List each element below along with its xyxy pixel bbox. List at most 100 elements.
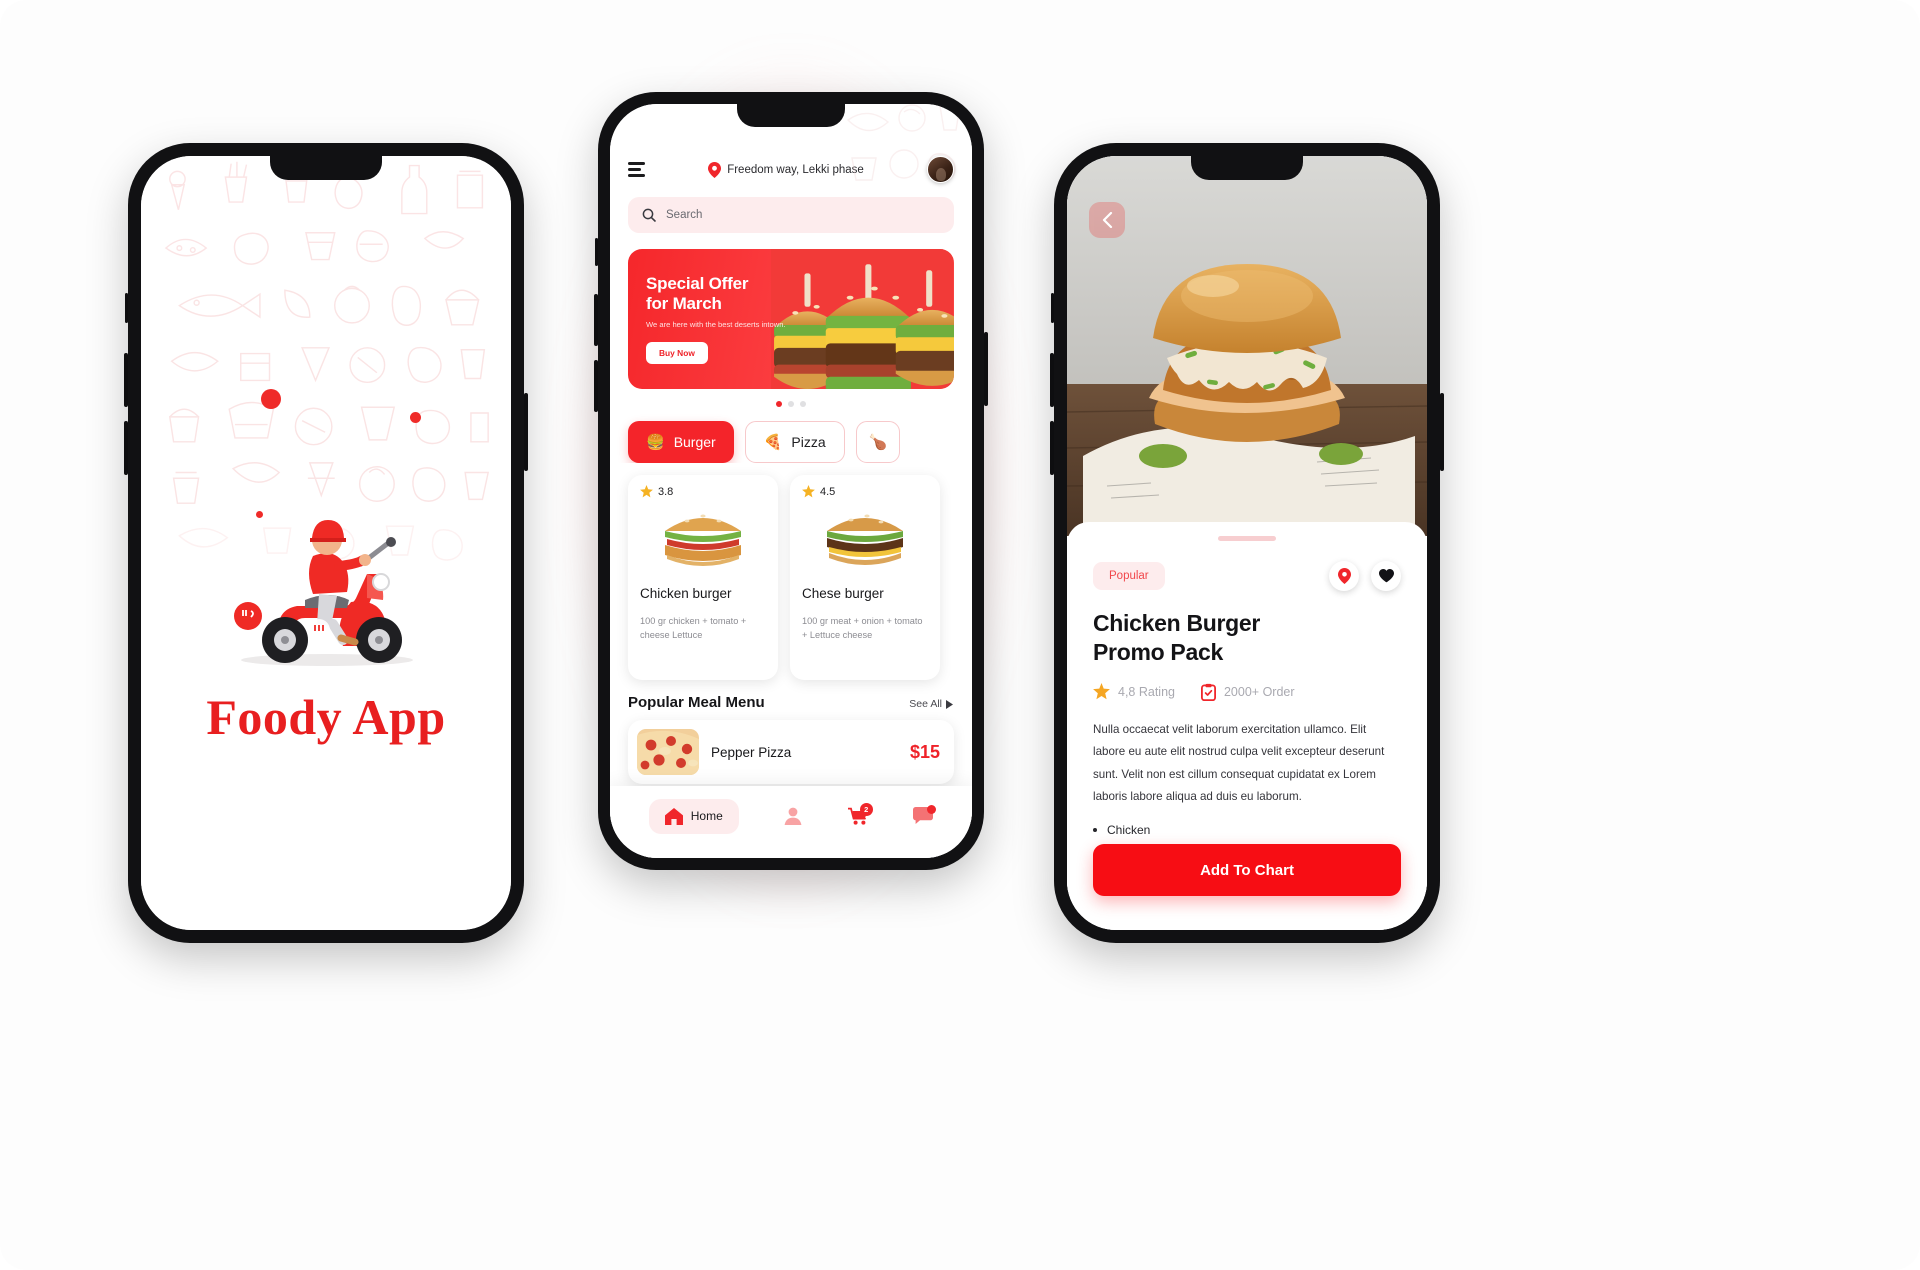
tab-label: Home — [690, 809, 723, 823]
food-card[interactable]: 3.8 Chicken burger 100 gr chicken + toma… — [628, 475, 778, 680]
power-button[interactable] — [984, 332, 988, 406]
rating-meta: 4,8 Rating — [1093, 683, 1175, 700]
see-all-label: See All — [909, 698, 942, 710]
hamburger-menu-icon[interactable] — [628, 162, 645, 177]
accent-dot-small — [256, 511, 263, 518]
food-card[interactable]: 4.5 Chese burger 100 gr meat + onion + t… — [790, 475, 940, 680]
carousel-dot-3[interactable] — [800, 401, 806, 407]
orders-value: 2000+ Order — [1223, 684, 1295, 699]
accent-dot-large — [261, 389, 281, 409]
cheese-burger-image — [827, 514, 903, 565]
detail-sheet: Popular Chicken Burger Promo Pack 4,8 Ra… — [1067, 522, 1427, 930]
food-description: 100 gr meat + onion + tomato + Lettuce c… — [802, 616, 923, 640]
section-header: Popular Meal Menu See All — [610, 680, 972, 711]
star-icon — [640, 485, 653, 498]
add-to-cart-button[interactable]: Add To Chart — [1093, 844, 1401, 896]
heart-icon — [1378, 569, 1394, 583]
phone-home: Freedom way, Lekki phase Search Special … — [594, 92, 988, 870]
carousel-dot-2[interactable] — [788, 401, 794, 407]
power-button[interactable] — [1440, 393, 1444, 471]
meal-price: $15 — [909, 741, 940, 762]
page-title: Chicken Burger Promo Pack — [1093, 609, 1401, 667]
meal-list-item[interactable]: Pepper Pizza $15 — [628, 720, 954, 784]
profile-icon — [784, 807, 802, 825]
rating-value: 4.5 — [820, 485, 836, 498]
search-icon — [642, 208, 656, 222]
notch — [737, 104, 845, 127]
chat-badge — [927, 805, 937, 814]
chicken-icon: 🍗 — [868, 433, 888, 451]
chevron-left-icon — [1102, 212, 1112, 228]
scooter-rider-illustration — [234, 520, 413, 666]
status-badge: Popular — [1093, 562, 1165, 590]
category-chip-next[interactable]: 🍗 — [855, 421, 901, 463]
favorite-button[interactable] — [1371, 561, 1401, 591]
poster-canvas: Foody App Freedom way, Lekki phase Searc… — [0, 0, 1920, 1270]
cart-badge: 2 — [859, 803, 873, 816]
category-chip-pizza[interactable]: 🍕 Pizza — [744, 421, 845, 463]
volume-down-button[interactable] — [124, 421, 128, 475]
section-title: Popular Meal Menu — [628, 694, 765, 711]
tab-chat[interactable] — [913, 805, 937, 825]
star-icon — [802, 485, 815, 498]
clipboard-icon — [1200, 683, 1216, 701]
description: Nulla occaecat velit laborum exercitatio… — [1093, 722, 1385, 804]
tab-profile[interactable] — [784, 807, 802, 825]
location-pin-icon — [708, 161, 722, 178]
meal-name: Pepper Pizza — [711, 744, 792, 760]
sheet-grabber[interactable] — [1218, 536, 1276, 541]
phone-splash: Foody App — [124, 143, 528, 943]
rating-value: 3.8 — [658, 485, 674, 498]
silent-switch — [1051, 293, 1054, 323]
volume-up-button[interactable] — [594, 294, 598, 346]
title-line1: Chicken Burger — [1093, 610, 1261, 636]
volume-down-button[interactable] — [1050, 421, 1054, 475]
home-icon — [664, 807, 683, 825]
promo-banner[interactable]: Special Offer for March We are here with… — [628, 249, 954, 389]
promo-title-line1: Special Offer — [646, 273, 749, 293]
star-icon — [1093, 683, 1110, 700]
volume-down-button[interactable] — [594, 360, 598, 412]
app-title: Foody App — [206, 689, 446, 745]
back-button[interactable] — [1089, 202, 1125, 238]
location-button[interactable] — [1329, 561, 1359, 591]
carousel-dot-1[interactable] — [776, 401, 782, 407]
bullet-dot — [1093, 827, 1097, 832]
see-all-link[interactable]: See All — [909, 698, 954, 710]
avatar[interactable] — [927, 156, 954, 183]
pepper-pizza-image — [637, 729, 699, 775]
food-name: Chese burger — [802, 586, 884, 601]
food-card-list: 3.8 Chicken burger 100 gr chicken + toma… — [610, 463, 972, 680]
category-chip-burger[interactable]: 🍔 Burger — [628, 421, 734, 463]
category-label: Pizza — [791, 434, 826, 450]
silent-switch — [595, 238, 598, 266]
food-image — [640, 502, 766, 574]
volume-up-button[interactable] — [124, 353, 128, 407]
detail-screen: Popular Chicken Burger Promo Pack 4,8 Ra… — [1067, 156, 1427, 930]
meta-row: 4,8 Rating 2000+ Order — [1093, 683, 1401, 701]
search-placeholder: Search — [666, 209, 703, 221]
chevron-right-icon — [946, 699, 953, 709]
search-input[interactable]: Search — [628, 197, 954, 233]
bottom-tab-bar[interactable]: Home 2 — [610, 786, 972, 858]
rating-value: 4,8 Rating — [1118, 684, 1175, 699]
accent-dot-medium — [410, 412, 421, 423]
burger-icon: 🍔 — [646, 433, 665, 451]
notch — [1191, 156, 1303, 180]
tab-home[interactable]: Home — [648, 798, 739, 834]
rating: 4.5 — [802, 485, 928, 498]
ingredient-label: Chicken — [1107, 822, 1151, 837]
tag-row: Popular — [1093, 561, 1401, 591]
tab-cart[interactable]: 2 — [847, 803, 873, 825]
category-label: Burger — [673, 434, 716, 450]
location-pin-icon — [1337, 568, 1351, 584]
category-chips[interactable]: 🍔 Burger 🍕 Pizza 🍗 — [610, 407, 972, 463]
notch — [270, 156, 382, 180]
power-button[interactable] — [524, 393, 528, 471]
buy-now-button[interactable]: Buy Now — [646, 342, 708, 365]
volume-up-button[interactable] — [1050, 353, 1054, 407]
orders-meta: 2000+ Order — [1200, 683, 1295, 701]
title-line2: Promo Pack — [1093, 638, 1223, 665]
home-screen: Freedom way, Lekki phase Search Special … — [610, 104, 972, 858]
meal-thumbnail — [637, 729, 699, 775]
